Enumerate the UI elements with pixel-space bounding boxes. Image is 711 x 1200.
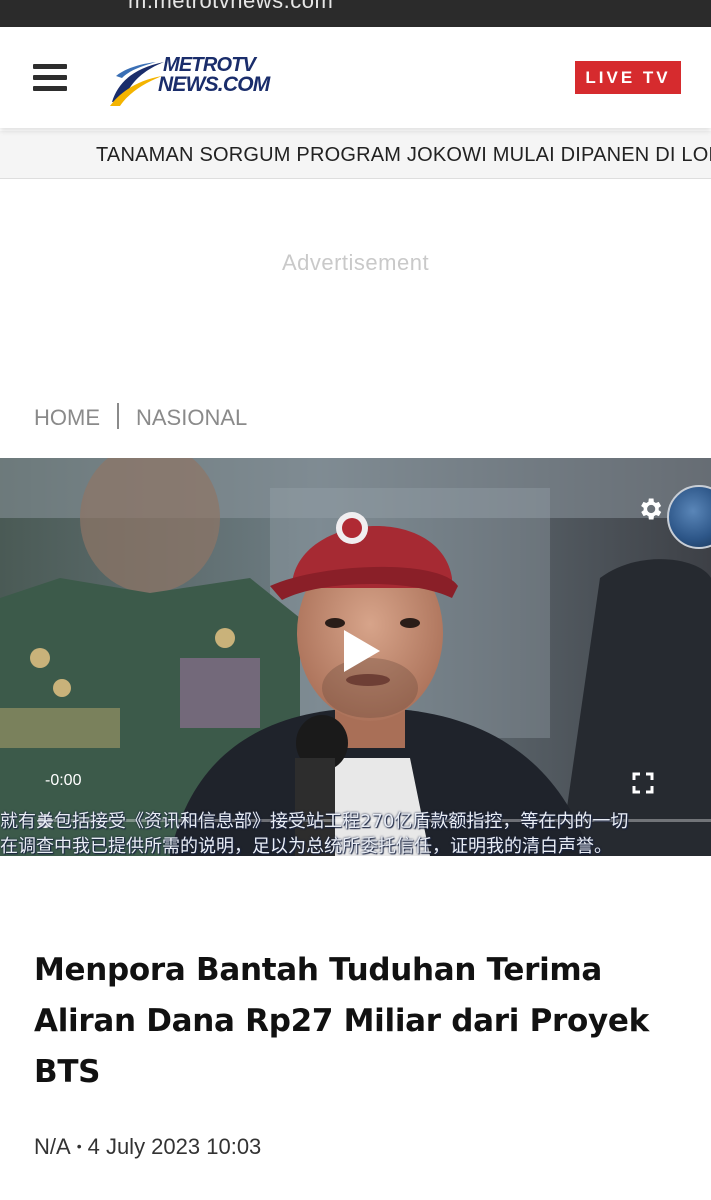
logo-line-1: METROTV xyxy=(163,54,256,76)
breadcrumb: HOME NASIONAL xyxy=(34,403,247,433)
breadcrumb-separator xyxy=(117,403,119,430)
news-ticker[interactable]: TANAMAN SORGUM PROGRAM JOKOWI MULAI DIPA… xyxy=(0,131,711,179)
video-time: -0:00 xyxy=(45,772,82,789)
breadcrumb-nasional[interactable]: NASIONAL xyxy=(136,405,247,430)
video-player[interactable]: -0:00 就有关包括接受《资讯和信息部》接受站工程270亿盾款额指控，等在内的… xyxy=(0,458,711,856)
logo-line-2: NEWS.COM xyxy=(158,73,270,96)
article-meta: N/A • 4 July 2023 10:03 xyxy=(34,1134,261,1160)
ticker-text: TANAMAN SORGUM PROGRAM JOKOWI MULAI DIPA… xyxy=(96,144,711,166)
hamburger-menu-icon[interactable] xyxy=(33,64,67,92)
video-subtitle-line-1: 就有关包括接受《资讯和信息部》接受站工程270亿盾款额指控，等在内的一切 xyxy=(0,811,629,832)
browser-url-bar[interactable]: m.metrotvnews.com xyxy=(0,0,711,27)
video-subtitle-line-2: 在调查中我已提供所需的说明，足以为总统所委托信任，证明我的清白声誉。 xyxy=(0,836,612,856)
url-text: m.metrotvnews.com xyxy=(128,0,334,13)
article-title: Menpora Bantah Tuduhan Terima Aliran Dan… xyxy=(34,952,649,1090)
advertisement-label: Advertisement xyxy=(281,250,430,275)
fullscreen-icon[interactable] xyxy=(632,772,654,794)
live-tv-button[interactable]: LIVE TV xyxy=(575,61,681,94)
meta-separator: • xyxy=(76,1138,82,1154)
breadcrumb-home[interactable]: HOME xyxy=(34,405,100,430)
article-author[interactable]: N/A xyxy=(34,1134,71,1159)
metrotvnews-logo[interactable]: METROTV NEWS.COM xyxy=(108,52,298,110)
article-date: 4 July 2023 10:03 xyxy=(87,1134,262,1159)
site-header: METROTV NEWS.COM LIVE TV xyxy=(0,27,711,128)
play-icon[interactable] xyxy=(338,628,382,674)
gear-icon[interactable] xyxy=(636,495,664,523)
